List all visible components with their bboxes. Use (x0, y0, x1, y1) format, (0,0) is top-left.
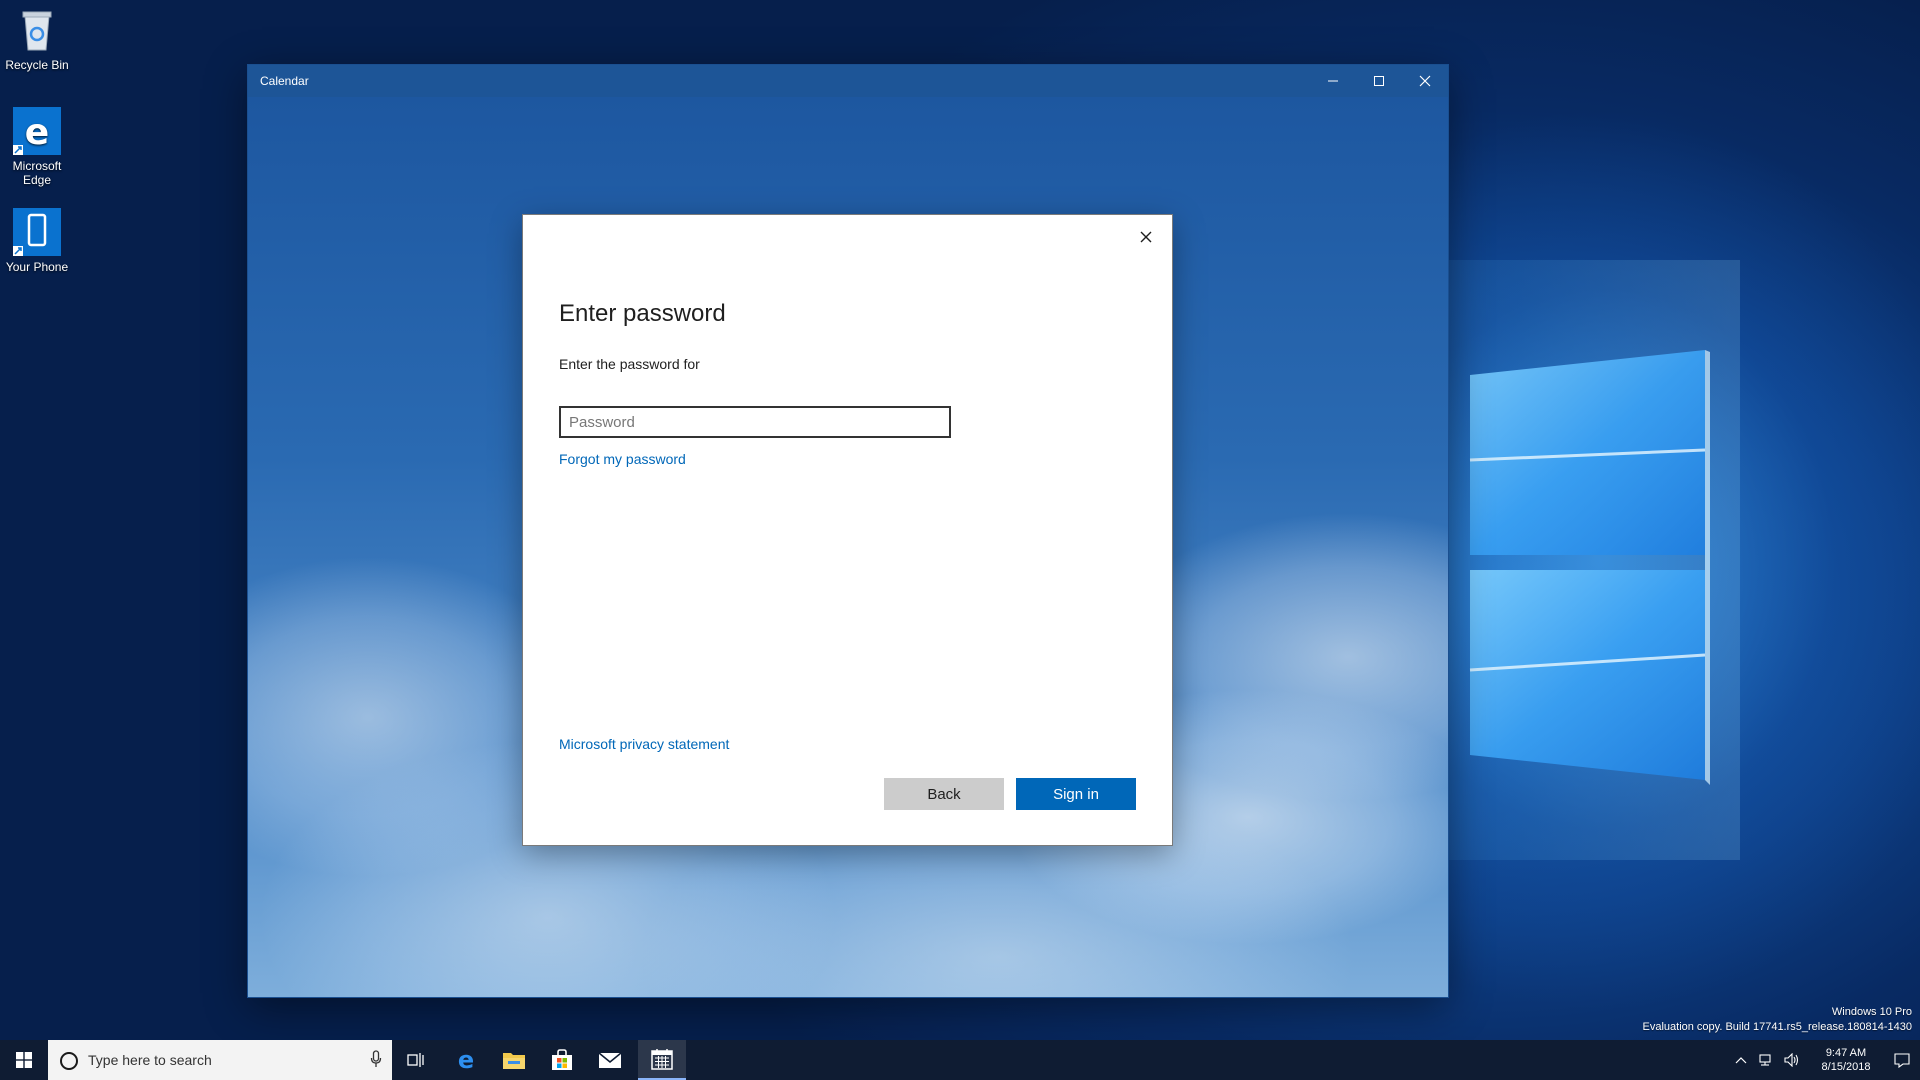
dialog-close-button[interactable] (1130, 221, 1162, 253)
desktop-icon-label: Recycle Bin (5, 58, 69, 72)
privacy-statement-link[interactable]: Microsoft privacy statement (559, 736, 729, 752)
edge-icon: e (458, 1048, 474, 1072)
phone-icon (13, 208, 61, 256)
clock-date: 8/15/2018 (1821, 1061, 1871, 1073)
password-field[interactable] (559, 406, 951, 438)
minimize-icon (1328, 80, 1338, 82)
windows-logo-wallpaper (1469, 350, 1710, 785)
back-button[interactable]: Back (884, 778, 1004, 810)
dialog-heading: Enter password (559, 300, 726, 327)
minimize-button[interactable] (1310, 65, 1356, 97)
clock-button[interactable]: 9:47 AM 8/15/2018 (1806, 1040, 1886, 1080)
show-hidden-icons-button[interactable] (1730, 1040, 1752, 1080)
notification-icon (1894, 1053, 1910, 1068)
taskbar-file-explorer[interactable] (492, 1040, 536, 1080)
task-view-icon (407, 1053, 424, 1067)
file-explorer-icon (503, 1053, 525, 1069)
desktop-icon-recycle-bin[interactable]: Recycle Bin (0, 6, 74, 72)
close-icon (1140, 231, 1152, 243)
edge-icon: e (13, 107, 61, 155)
close-window-button[interactable] (1402, 65, 1448, 97)
task-view-button[interactable] (396, 1040, 436, 1080)
window-titlebar[interactable]: Calendar (248, 65, 1448, 97)
calendar-icon (651, 1049, 673, 1070)
taskbar-store[interactable] (540, 1040, 584, 1080)
volume-icon (1784, 1053, 1799, 1067)
recycle-bin-icon (13, 6, 61, 54)
taskbar-mail[interactable] (588, 1040, 632, 1080)
maximize-button[interactable] (1356, 65, 1402, 97)
svg-text:e: e (25, 112, 49, 153)
desktop-icon-microsoft-edge[interactable]: e Microsoft Edge (0, 107, 74, 187)
close-icon (1419, 75, 1431, 87)
watermark-edition: Windows 10 Pro (1831, 1006, 1912, 1018)
forgot-password-link[interactable]: Forgot my password (559, 451, 686, 467)
taskbar-calendar[interactable] (638, 1040, 686, 1080)
maximize-icon (1374, 76, 1384, 86)
sign-in-button[interactable]: Sign in (1016, 778, 1136, 810)
desktop-icon-your-phone[interactable]: Your Phone (0, 208, 74, 274)
desktop-icon-label: Microsoft Edge (12, 159, 62, 187)
network-icon (1759, 1054, 1771, 1066)
search-placeholder: Type here to search (88, 1052, 212, 1068)
mail-icon (598, 1052, 622, 1068)
taskbar-edge[interactable]: e (444, 1040, 488, 1080)
svg-text:e: e (458, 1048, 474, 1072)
desktop-icon-label: Your Phone (5, 260, 69, 274)
microphone-icon[interactable] (370, 1050, 382, 1073)
cortana-icon (60, 1052, 78, 1070)
chevron-up-icon (1735, 1057, 1747, 1064)
taskbar-search-box[interactable]: Type here to search (48, 1040, 392, 1080)
volume-button[interactable] (1780, 1040, 1804, 1080)
store-icon (552, 1049, 572, 1070)
network-button[interactable] (1754, 1040, 1778, 1080)
window-title: Calendar (260, 74, 309, 88)
start-button[interactable] (0, 1040, 48, 1080)
enter-password-dialog: Enter password Enter the password for Fo… (523, 215, 1172, 845)
action-center-button[interactable] (1888, 1040, 1916, 1080)
windows-watermark: Windows 10 Pro Evaluation copy. Build 17… (1643, 1005, 1913, 1035)
watermark-build: Evaluation copy. Build 17741.rs5_release… (1642, 1021, 1913, 1033)
windows-start-icon (16, 1052, 32, 1068)
clock-time: 9:47 AM (1825, 1047, 1867, 1059)
dialog-subtext: Enter the password for (559, 356, 700, 372)
taskbar: Type here to search e 9:47 AM 8/15/2018 (0, 1040, 1920, 1080)
